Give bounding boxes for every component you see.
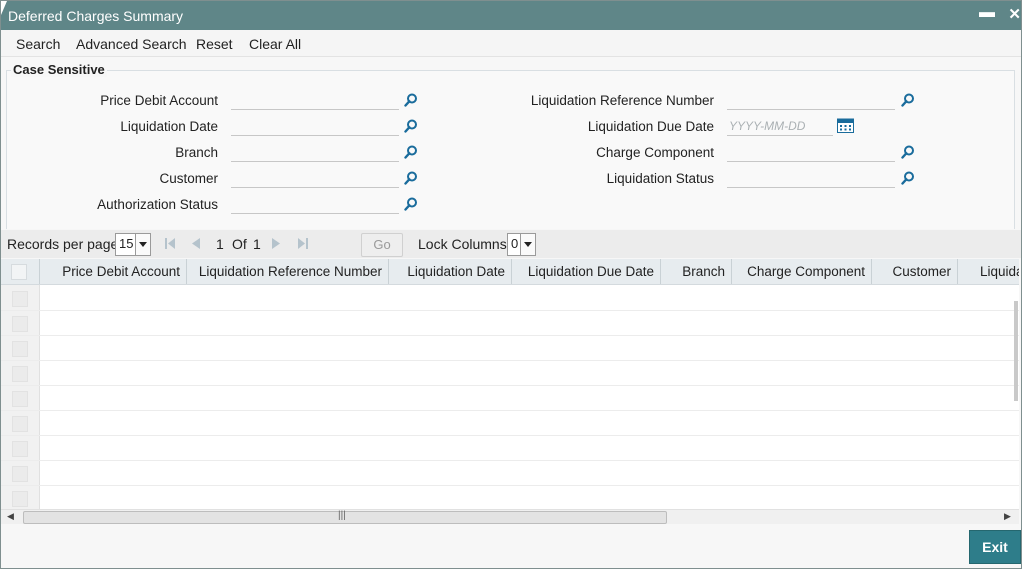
liquidation-date-input[interactable] xyxy=(231,116,399,136)
deferred-charges-summary-window: Deferred Charges Summary ▬ ✕ Search Adva… xyxy=(0,0,1022,569)
authorization-status-input[interactable] xyxy=(231,194,399,214)
liquidation-date-search-icon[interactable] xyxy=(404,119,418,133)
row-checkbox[interactable] xyxy=(12,491,28,507)
calendar-icon[interactable] xyxy=(837,118,854,133)
next-page-icon[interactable] xyxy=(271,238,281,249)
branch-search-icon[interactable] xyxy=(404,145,418,159)
last-page-icon[interactable] xyxy=(297,238,309,249)
select-all-checkbox[interactable] xyxy=(11,264,27,280)
table-row[interactable] xyxy=(1,485,1019,509)
row-checkbox[interactable] xyxy=(12,341,28,357)
chevron-down-icon xyxy=(520,234,535,255)
row-checkbox[interactable] xyxy=(12,441,28,457)
clear-all-button[interactable]: Clear All xyxy=(249,36,301,52)
table-row[interactable] xyxy=(1,435,1019,461)
customer-input[interactable] xyxy=(231,168,399,188)
lock-columns-value: 0 xyxy=(511,236,519,251)
scroll-right-icon[interactable]: ▶ xyxy=(1004,511,1011,522)
table-row[interactable] xyxy=(1,335,1019,361)
records-per-page-label: Records per page xyxy=(7,236,119,252)
liquidation-status-label: Liquidation Status xyxy=(606,171,714,186)
vertical-scrollbar[interactable] xyxy=(1014,301,1018,401)
results-grid: Price Debit Account Liquidation Referenc… xyxy=(1,259,1019,509)
row-checkbox[interactable] xyxy=(12,316,28,332)
table-row[interactable] xyxy=(1,385,1019,411)
page-number-input[interactable] xyxy=(323,234,357,253)
row-checkbox[interactable] xyxy=(12,391,28,407)
horizontal-scrollbar[interactable]: ◀ ||| ▶ xyxy=(1,509,1019,524)
table-row[interactable] xyxy=(1,310,1019,336)
price-debit-account-label: Price Debit Account xyxy=(100,93,218,108)
price-debit-account-input[interactable] xyxy=(231,90,399,110)
column-header[interactable]: Branch xyxy=(661,259,732,284)
pagination-bar: Records per page 15 1 Of 1 Go Lock Colum… xyxy=(1,230,1021,258)
close-icon[interactable]: ✕ xyxy=(1008,5,1021,23)
mouse-pointer-icon xyxy=(1,1,13,15)
window-title: Deferred Charges Summary xyxy=(8,8,184,24)
records-per-page-value: 15 xyxy=(119,236,134,251)
table-row[interactable] xyxy=(1,410,1019,436)
grip-icon: ||| xyxy=(338,510,346,521)
column-header[interactable]: Customer xyxy=(872,259,958,284)
title-bar: Deferred Charges Summary ▬ ✕ xyxy=(1,1,1021,30)
scroll-left-icon[interactable]: ◀ xyxy=(7,511,14,522)
table-row[interactable] xyxy=(1,285,1019,311)
row-checkbox[interactable] xyxy=(12,466,28,482)
of-label: Of xyxy=(232,236,247,252)
charge-component-label: Charge Component xyxy=(596,145,714,160)
select-all-cell xyxy=(1,259,40,284)
chevron-down-icon xyxy=(135,234,150,255)
customer-label: Customer xyxy=(159,171,218,186)
scrollbar-thumb[interactable]: ||| xyxy=(23,510,667,524)
liquidation-status-search-icon[interactable] xyxy=(901,171,915,185)
liquidation-reference-number-input[interactable] xyxy=(727,90,895,110)
liquidation-status-input[interactable] xyxy=(727,168,895,188)
lock-columns-label: Lock Columns xyxy=(418,236,507,252)
liquidation-reference-number-label: Liquidation Reference Number xyxy=(530,93,714,108)
row-checkbox[interactable] xyxy=(12,291,28,307)
column-header[interactable]: Liquida xyxy=(958,259,1019,284)
total-pages: 1 xyxy=(253,236,261,252)
row-checkbox[interactable] xyxy=(12,366,28,382)
liquidation-due-date-label: Liquidation Due Date xyxy=(587,119,714,134)
search-button[interactable]: Search xyxy=(16,36,60,52)
charge-component-search-icon[interactable] xyxy=(901,145,915,159)
column-header[interactable]: Liquidation Date xyxy=(389,259,512,284)
row-checkbox[interactable] xyxy=(12,416,28,432)
authorization-status-label: Authorization Status xyxy=(97,197,218,212)
liquidation-date-label: Liquidation Date xyxy=(120,119,218,134)
table-row[interactable] xyxy=(1,360,1019,386)
column-header[interactable]: Price Debit Account xyxy=(40,259,187,284)
charge-component-input[interactable] xyxy=(727,142,895,162)
column-header[interactable]: Charge Component xyxy=(732,259,872,284)
branch-input[interactable] xyxy=(231,142,399,162)
records-per-page-select[interactable]: 15 xyxy=(115,233,151,256)
branch-label: Branch xyxy=(175,145,218,160)
customer-search-icon[interactable] xyxy=(404,171,418,185)
toolbar: Search Advanced Search Reset Clear All xyxy=(1,30,1021,57)
case-sensitive-legend: Case Sensitive xyxy=(11,62,107,77)
go-button[interactable]: Go xyxy=(361,233,403,257)
previous-page-icon[interactable] xyxy=(191,238,201,249)
minimize-icon[interactable]: ▬ xyxy=(979,4,995,22)
authorization-status-search-icon[interactable] xyxy=(404,197,418,211)
lock-columns-select[interactable]: 0 xyxy=(507,233,536,256)
current-page: 1 xyxy=(216,236,224,252)
table-row[interactable] xyxy=(1,460,1019,486)
grid-header: Price Debit Account Liquidation Referenc… xyxy=(1,259,1019,285)
reset-button[interactable]: Reset xyxy=(196,36,233,52)
liquidation-reference-number-search-icon[interactable] xyxy=(901,93,915,107)
first-page-icon[interactable] xyxy=(164,238,176,249)
liquidation-due-date-input[interactable] xyxy=(727,116,833,136)
price-debit-account-search-icon[interactable] xyxy=(404,93,418,107)
footer: Exit xyxy=(1,524,1021,568)
exit-button[interactable]: Exit xyxy=(969,530,1021,564)
column-header[interactable]: Liquidation Reference Number xyxy=(187,259,389,284)
column-header[interactable]: Liquidation Due Date xyxy=(512,259,661,284)
advanced-search-button[interactable]: Advanced Search xyxy=(76,36,187,52)
